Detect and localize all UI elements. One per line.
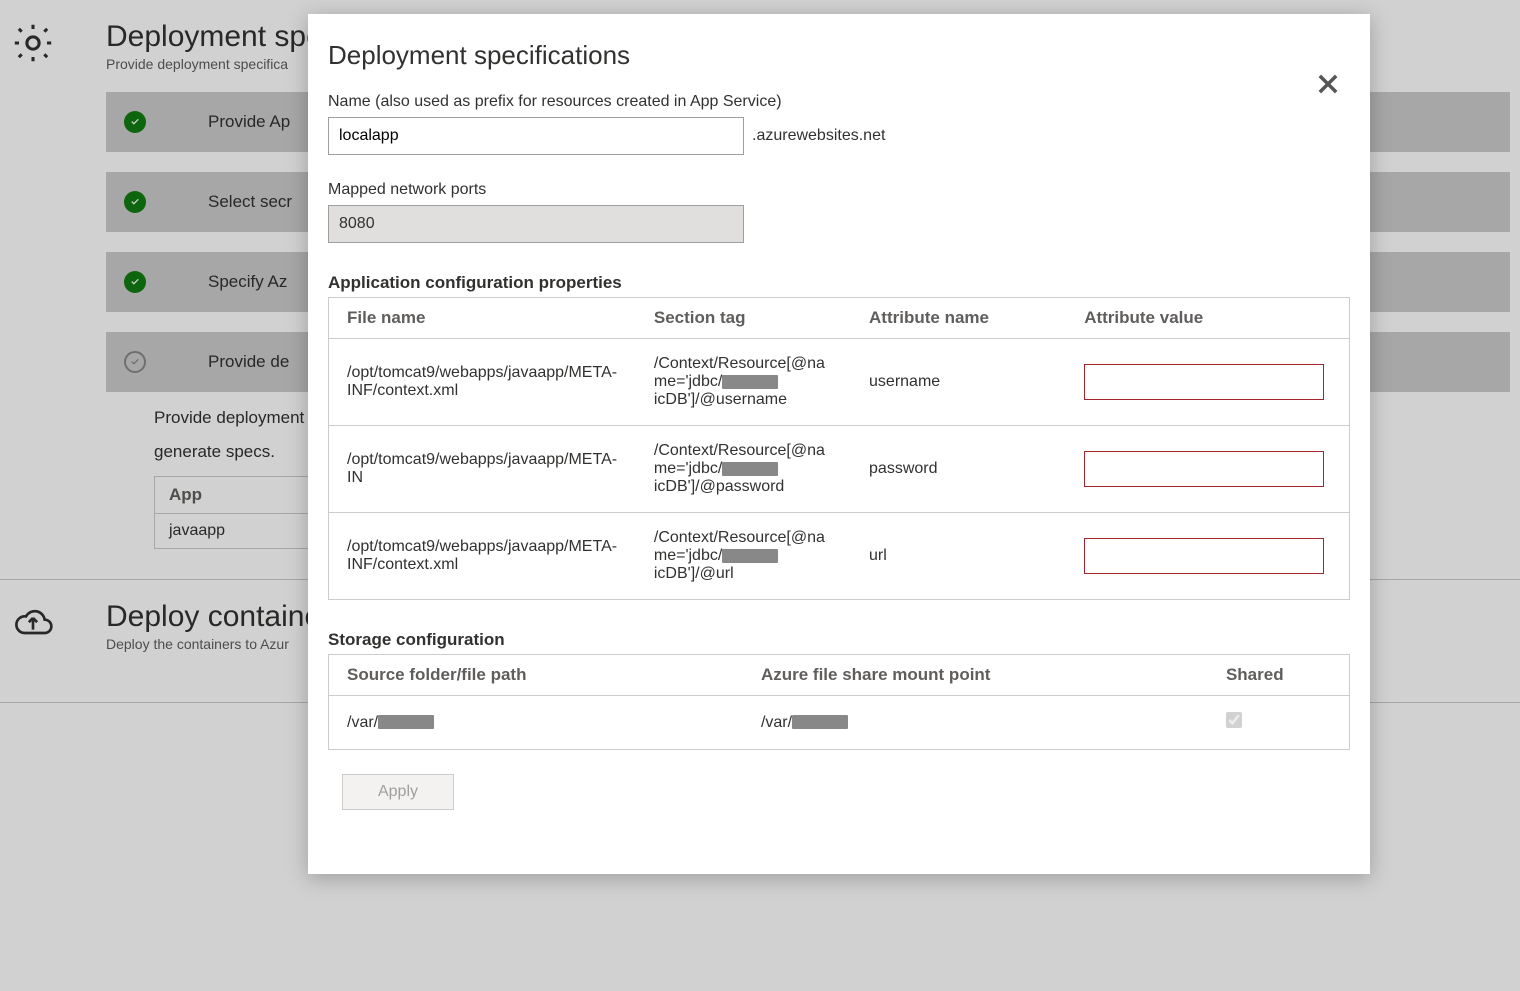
section-tag-cell: /Context/Resource[@name='jdbc/icDB']/@ur… — [636, 513, 851, 600]
modal-title: Deployment specifications — [328, 40, 1350, 71]
attribute-value-input[interactable] — [1084, 364, 1324, 400]
file-name-cell: /opt/tomcat9/webapps/javaapp/META-INF/co… — [329, 513, 636, 600]
section-tag-cell: /Context/Resource[@name='jdbc/icDB']/@pa… — [636, 426, 851, 513]
name-label: Name (also used as prefix for resources … — [328, 93, 1350, 111]
col-file-name: File name — [329, 298, 636, 339]
col-section-tag: Section tag — [636, 298, 851, 339]
app-config-header: Application configuration properties — [328, 273, 1350, 293]
attribute-name-cell: username — [851, 339, 1066, 426]
table-row: /opt/tomcat9/webapps/javaapp/META-INF/co… — [329, 339, 1350, 426]
col-attribute-name: Attribute name — [851, 298, 1066, 339]
ports-input — [328, 205, 744, 243]
storage-config-table: Source folder/file path Azure file share… — [328, 654, 1350, 750]
attribute-value-input[interactable] — [1084, 451, 1324, 487]
redacted-text — [722, 549, 778, 563]
table-row: /opt/tomcat9/webapps/javaapp/META-IN /Co… — [329, 426, 1350, 513]
name-suffix: .azurewebsites.net — [752, 127, 885, 145]
file-name-cell: /opt/tomcat9/webapps/javaapp/META-IN — [329, 426, 636, 513]
deployment-specs-modal: Deployment specifications Name (also use… — [308, 14, 1370, 874]
redacted-text — [722, 375, 778, 389]
col-source-path: Source folder/file path — [329, 655, 743, 696]
redacted-text — [792, 715, 848, 729]
attribute-name-cell: url — [851, 513, 1066, 600]
col-attribute-value: Attribute value — [1066, 298, 1349, 339]
redacted-text — [722, 462, 778, 476]
shared-checkbox — [1226, 712, 1242, 728]
file-name-cell: /opt/tomcat9/webapps/javaapp/META-INF/co… — [329, 339, 636, 426]
name-input[interactable] — [328, 117, 744, 155]
apply-button[interactable]: Apply — [342, 774, 454, 810]
storage-config-header: Storage configuration — [328, 630, 1350, 650]
section-tag-cell: /Context/Resource[@name='jdbc/icDB']/@us… — [636, 339, 851, 426]
redacted-text — [378, 715, 434, 729]
source-path-cell: /var/ — [329, 696, 743, 750]
table-row: /opt/tomcat9/webapps/javaapp/META-INF/co… — [329, 513, 1350, 600]
app-config-table: File name Section tag Attribute name Att… — [328, 297, 1350, 600]
attribute-name-cell: password — [851, 426, 1066, 513]
col-shared: Shared — [1208, 655, 1350, 696]
table-row: /var/ /var/ — [329, 696, 1350, 750]
mount-point-cell: /var/ — [743, 696, 1208, 750]
ports-label: Mapped network ports — [328, 181, 1350, 199]
close-button[interactable] — [1314, 70, 1346, 102]
col-mount-point: Azure file share mount point — [743, 655, 1208, 696]
attribute-value-input[interactable] — [1084, 538, 1324, 574]
